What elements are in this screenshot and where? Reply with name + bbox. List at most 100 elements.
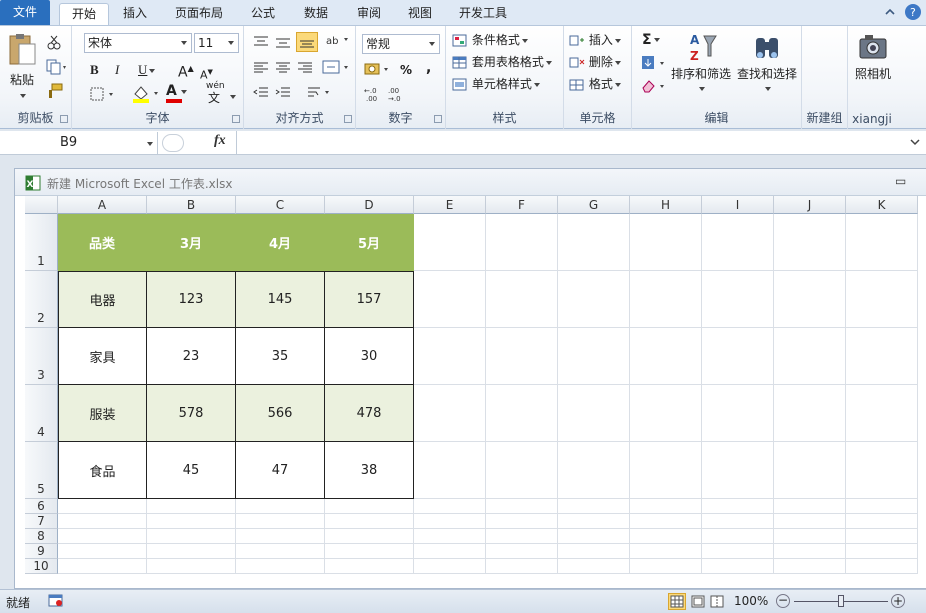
table-cell[interactable]: 食品 — [58, 442, 147, 499]
cell[interactable] — [630, 499, 702, 514]
minimize-ribbon-icon[interactable] — [883, 5, 897, 19]
cell[interactable] — [58, 514, 147, 529]
cut-icon[interactable] — [46, 34, 62, 53]
cell[interactable] — [630, 271, 702, 328]
column-header[interactable]: H — [630, 196, 702, 214]
cell[interactable] — [558, 499, 630, 514]
copy-icon[interactable] — [46, 59, 68, 78]
cell[interactable] — [414, 499, 486, 514]
column-header[interactable]: K — [846, 196, 918, 214]
column-header[interactable]: J — [774, 196, 846, 214]
workbook-minimize-button[interactable]: ▭ — [895, 174, 906, 188]
number-format-combo[interactable]: 常规 — [362, 34, 440, 54]
cell[interactable] — [236, 529, 325, 544]
cell[interactable] — [846, 499, 918, 514]
cell[interactable] — [630, 214, 702, 271]
macro-record-icon[interactable] — [48, 594, 64, 608]
autosum-button[interactable]: Σ — [642, 31, 660, 49]
top-align-icon[interactable] — [253, 35, 269, 52]
middle-align-icon[interactable] — [275, 35, 291, 52]
tab-file[interactable]: 文件 — [0, 0, 50, 25]
cell[interactable] — [630, 514, 702, 529]
comma-button[interactable]: , — [426, 59, 431, 77]
select-all-corner[interactable] — [25, 196, 58, 214]
table-cell[interactable]: 35 — [236, 328, 325, 385]
cell[interactable] — [486, 385, 558, 442]
cell[interactable] — [702, 271, 774, 328]
column-header[interactable]: B — [147, 196, 236, 214]
row-header[interactable]: 9 — [25, 544, 58, 559]
format-as-table-button[interactable]: 套用表格格式 — [452, 53, 552, 71]
tab-review[interactable]: 审阅 — [349, 3, 389, 25]
tab-formulas[interactable]: 公式 — [243, 3, 283, 25]
font-launcher[interactable] — [232, 115, 240, 123]
find-select-button[interactable]: 查找和选择 — [734, 30, 800, 100]
table-cell[interactable]: 145 — [236, 271, 325, 328]
table-cell[interactable]: 23 — [147, 328, 236, 385]
cell[interactable] — [774, 514, 846, 529]
table-cell[interactable]: 30 — [325, 328, 414, 385]
cell[interactable] — [702, 499, 774, 514]
column-header[interactable]: C — [236, 196, 325, 214]
cell[interactable] — [558, 442, 630, 499]
cell[interactable] — [486, 529, 558, 544]
fill-color-icon[interactable] — [132, 84, 162, 107]
font-name-combo[interactable]: 宋体 — [84, 33, 192, 53]
conditional-formatting-button[interactable]: 条件格式 — [452, 31, 528, 49]
column-header[interactable]: D — [325, 196, 414, 214]
cell[interactable] — [846, 385, 918, 442]
page-break-view-icon[interactable] — [709, 594, 725, 609]
cell[interactable] — [702, 385, 774, 442]
row-header[interactable]: 10 — [25, 559, 58, 574]
cell[interactable] — [325, 499, 414, 514]
cell[interactable] — [236, 544, 325, 559]
font-size-combo[interactable]: 11 — [194, 33, 239, 53]
phonetic-button[interactable]: wén 文 — [206, 81, 238, 105]
number-launcher[interactable] — [434, 115, 442, 123]
cell[interactable] — [558, 214, 630, 271]
underline-button[interactable]: U — [138, 61, 156, 79]
name-box[interactable]: B9 — [0, 132, 158, 154]
format-cells-button[interactable]: 格式 — [569, 75, 621, 93]
table-header-cell[interactable]: 5月 — [325, 214, 414, 271]
clipboard-launcher[interactable] — [60, 115, 68, 123]
tab-insert[interactable]: 插入 — [115, 3, 155, 25]
font-color-button[interactable]: A — [166, 83, 196, 103]
grow-font-button[interactable]: A▲ — [178, 60, 194, 82]
table-header-cell[interactable]: 品类 — [58, 214, 147, 271]
cell[interactable] — [774, 442, 846, 499]
cell[interactable] — [486, 271, 558, 328]
formula-input[interactable] — [236, 131, 908, 154]
cell[interactable] — [147, 529, 236, 544]
table-cell[interactable]: 123 — [147, 271, 236, 328]
tab-view[interactable]: 视图 — [400, 3, 440, 25]
cell[interactable] — [58, 499, 147, 514]
italic-button[interactable]: I — [115, 61, 119, 79]
cell[interactable] — [414, 271, 486, 328]
percent-button[interactable]: % — [400, 61, 412, 79]
cell[interactable] — [236, 559, 325, 574]
cell[interactable] — [558, 529, 630, 544]
table-header-cell[interactable]: 4月 — [236, 214, 325, 271]
cell[interactable] — [846, 442, 918, 499]
formula-bar-handle[interactable] — [162, 134, 184, 152]
row-header[interactable]: 5 — [25, 442, 58, 499]
zoom-in-button[interactable]: + — [891, 594, 905, 608]
cell[interactable] — [486, 559, 558, 574]
cell[interactable] — [774, 271, 846, 328]
cell[interactable] — [702, 514, 774, 529]
format-painter-icon[interactable] — [46, 83, 64, 102]
bold-button[interactable]: B — [90, 61, 99, 79]
cell[interactable] — [702, 529, 774, 544]
cell[interactable] — [486, 328, 558, 385]
table-cell[interactable]: 45 — [147, 442, 236, 499]
cell[interactable] — [702, 328, 774, 385]
cell[interactable] — [702, 544, 774, 559]
cell[interactable] — [774, 328, 846, 385]
tab-developer[interactable]: 开发工具 — [452, 3, 514, 25]
cell[interactable] — [630, 385, 702, 442]
sort-filter-button[interactable]: AZ 排序和筛选 — [670, 30, 732, 100]
cell[interactable] — [414, 514, 486, 529]
decrease-decimal-icon[interactable]: .00 →.0 — [388, 86, 408, 105]
cell[interactable] — [774, 544, 846, 559]
